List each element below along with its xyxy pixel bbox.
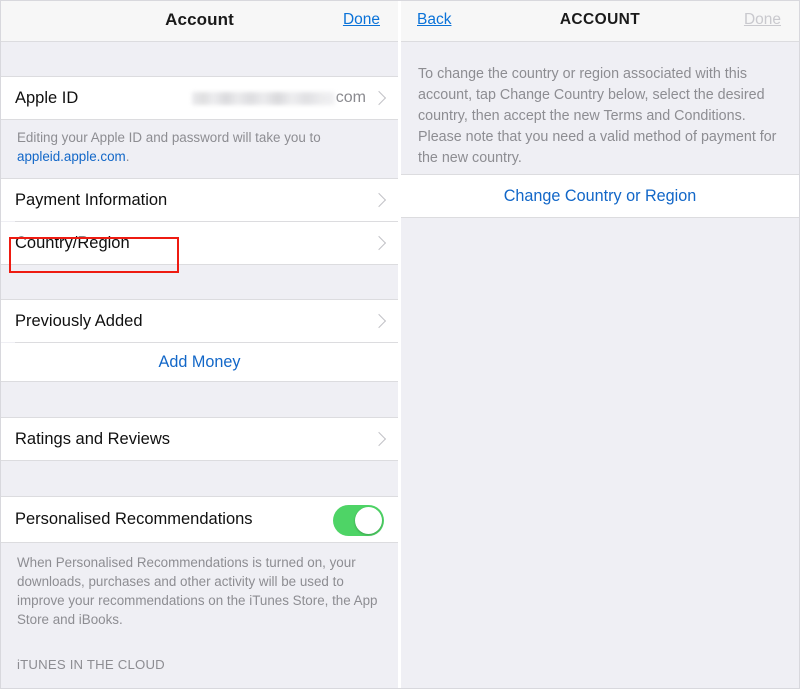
left-spacer-2 — [1, 264, 398, 300]
left-panel-account-settings: Account Done Apple ID com Editing your A… — [1, 1, 398, 688]
add-money-label: Add Money — [158, 352, 241, 371]
screenshot-root: Account Done Apple ID com Editing your A… — [0, 0, 800, 689]
row-country-region[interactable]: Country/Region — [1, 222, 398, 264]
right-done-button[interactable]: Done — [744, 11, 781, 29]
change-country-description: To change the country or region associat… — [401, 42, 799, 175]
right-panel-account-country: Back ACCOUNT Done To change the country … — [401, 1, 799, 688]
personalised-recommendations-note: When Personalised Recommendations is tur… — [1, 542, 398, 633]
apple-id-note-text-before: Editing your Apple ID and password will … — [17, 130, 321, 145]
row-apple-id[interactable]: Apple ID com — [1, 77, 398, 119]
left-page-title: Account — [165, 10, 234, 29]
right-page-title: ACCOUNT — [559, 11, 641, 28]
apple-id-value-suffix: com — [335, 89, 366, 106]
left-spacer-4 — [1, 460, 398, 497]
personalised-recommendations-toggle[interactable] — [333, 504, 384, 536]
personalised-recommendations-note-text: When Personalised Recommendations is tur… — [17, 555, 378, 627]
left-spacer-3 — [1, 381, 398, 418]
change-country-or-region-label: Change Country or Region — [503, 186, 697, 205]
left-navbar: Account Done — [1, 1, 398, 42]
apple-id-value: com — [191, 89, 366, 107]
ratings-and-reviews-label: Ratings and Reviews — [15, 429, 170, 448]
row-payment-information[interactable]: Payment Information — [1, 179, 398, 221]
toggle-knob — [355, 506, 382, 534]
row-previously-added[interactable]: Previously Added — [1, 300, 398, 342]
chevron-right-icon — [371, 431, 387, 447]
row-personalised-recommendations[interactable]: Personalised Recommendations — [1, 497, 398, 542]
group-header-itunes-in-the-cloud: iTUNES IN THE CLOUD — [1, 633, 398, 688]
apple-id-note-text-after: . — [125, 149, 130, 164]
change-country-description-text: To change the country or region associat… — [418, 66, 777, 166]
personalised-recommendations-label: Personalised Recommendations — [15, 510, 253, 528]
left-done-button[interactable]: Done — [343, 11, 380, 29]
row-ratings-and-reviews[interactable]: Ratings and Reviews — [1, 418, 398, 460]
chevron-right-icon — [371, 313, 387, 329]
apple-id-help-note: Editing your Apple ID and password will … — [1, 119, 398, 179]
row-change-country-or-region[interactable]: Change Country or Region — [401, 175, 799, 217]
country-region-label: Country/Region — [15, 233, 130, 252]
previously-added-label: Previously Added — [15, 311, 143, 330]
right-panel-empty-area — [401, 217, 799, 688]
payment-information-label: Payment Information — [15, 190, 168, 209]
right-navbar: Back ACCOUNT Done — [401, 1, 799, 42]
itunes-in-the-cloud-label: iTUNES IN THE CLOUD — [17, 657, 165, 672]
chevron-right-icon — [371, 235, 387, 251]
appleid-apple-com-link[interactable]: appleid.apple.com — [17, 149, 126, 164]
chevron-right-icon — [371, 90, 387, 106]
apple-id-redacted-block — [191, 91, 335, 105]
row-add-money[interactable]: Add Money — [1, 343, 398, 381]
apple-id-label: Apple ID — [15, 88, 79, 107]
chevron-right-icon — [371, 192, 387, 208]
left-top-spacer — [1, 42, 398, 77]
